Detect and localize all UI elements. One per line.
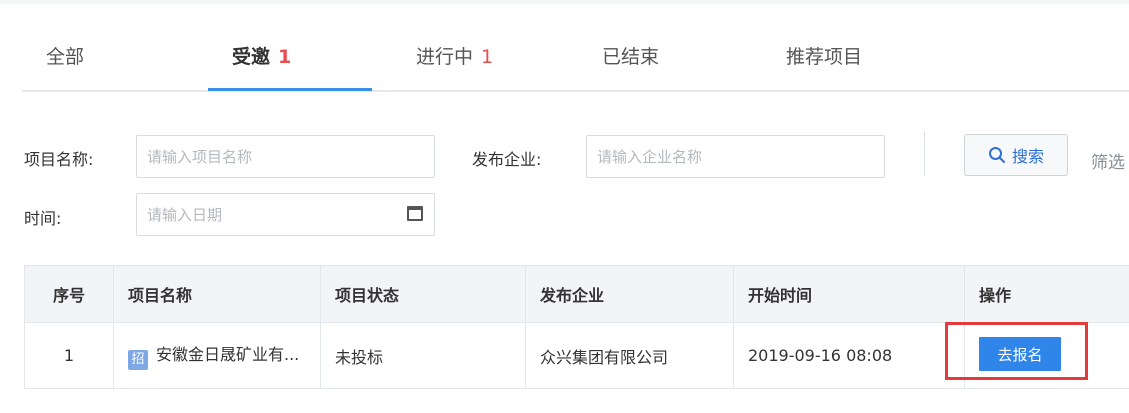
calendar-icon[interactable] xyxy=(407,206,423,221)
signup-button[interactable]: 去报名 xyxy=(979,337,1061,371)
tab-label: 推荐项目 xyxy=(786,46,863,68)
project-name-text: 安徽金日晟矿业有... xyxy=(156,345,300,364)
project-name-input[interactable] xyxy=(136,135,435,178)
cell-start-time: 2019-09-16 08:08 xyxy=(733,322,965,389)
project-list-page: 全部 受邀 1 进行中 1 已结束 推荐项目 项目名称: 发布企业: 搜索 筛选 时… xyxy=(0,0,1129,413)
status-tabs: 全部 受邀 1 进行中 1 已结束 推荐项目 xyxy=(22,14,1129,92)
col-header-company: 发布企业 xyxy=(525,265,734,323)
col-header-status: 项目状态 xyxy=(320,265,526,323)
active-tab-indicator xyxy=(208,88,372,91)
cell-project-name[interactable]: 招安徽金日晟矿业有... xyxy=(113,322,321,389)
project-name-label: 项目名称: xyxy=(24,150,94,169)
cell-seq: 1 xyxy=(24,322,114,389)
tab-in-progress[interactable]: 进行中 1 xyxy=(416,42,493,90)
cell-company: 众兴集团有限公司 xyxy=(525,322,734,389)
time-label: 时间: xyxy=(24,209,62,228)
search-button[interactable]: 搜索 xyxy=(964,134,1068,176)
cell-status: 未投标 xyxy=(320,322,526,389)
filter-link[interactable]: 筛选 xyxy=(1091,148,1125,173)
tab-label: 全部 xyxy=(46,46,85,68)
tab-count: 1 xyxy=(278,46,292,68)
filter-divider xyxy=(924,132,925,176)
tab-label: 已结束 xyxy=(602,46,660,68)
table-header-row: 序号 项目名称 项目状态 发布企业 开始时间 操作 xyxy=(24,265,1129,323)
col-header-start-time: 开始时间 xyxy=(733,265,965,323)
tab-count: 1 xyxy=(481,46,494,68)
tab-invited[interactable]: 受邀 1 xyxy=(232,42,291,90)
tab-label: 进行中 xyxy=(416,46,474,68)
col-header-project-name: 项目名称 xyxy=(113,265,321,323)
cell-action: 去报名 xyxy=(964,322,1129,389)
search-icon xyxy=(988,146,1006,164)
tab-finished[interactable]: 已结束 xyxy=(602,42,659,90)
col-header-seq: 序号 xyxy=(24,265,114,323)
top-edge xyxy=(0,0,1129,4)
search-button-label: 搜索 xyxy=(1011,147,1044,166)
company-input[interactable] xyxy=(586,135,885,178)
bid-type-badge: 招 xyxy=(128,350,148,370)
tab-label: 受邀 xyxy=(232,46,271,68)
date-input[interactable] xyxy=(136,193,435,236)
tab-all[interactable]: 全部 xyxy=(46,42,84,90)
table-row: 1 招安徽金日晟矿业有... 未投标 众兴集团有限公司 2019-09-16 0… xyxy=(24,322,1129,389)
tab-recommended[interactable]: 推荐项目 xyxy=(786,42,862,90)
col-header-action: 操作 xyxy=(964,265,1129,323)
project-table: 序号 项目名称 项目状态 发布企业 开始时间 操作 1 招安徽金日晟矿业有...… xyxy=(24,265,1129,389)
company-label: 发布企业: xyxy=(472,150,542,169)
date-picker xyxy=(136,193,435,236)
